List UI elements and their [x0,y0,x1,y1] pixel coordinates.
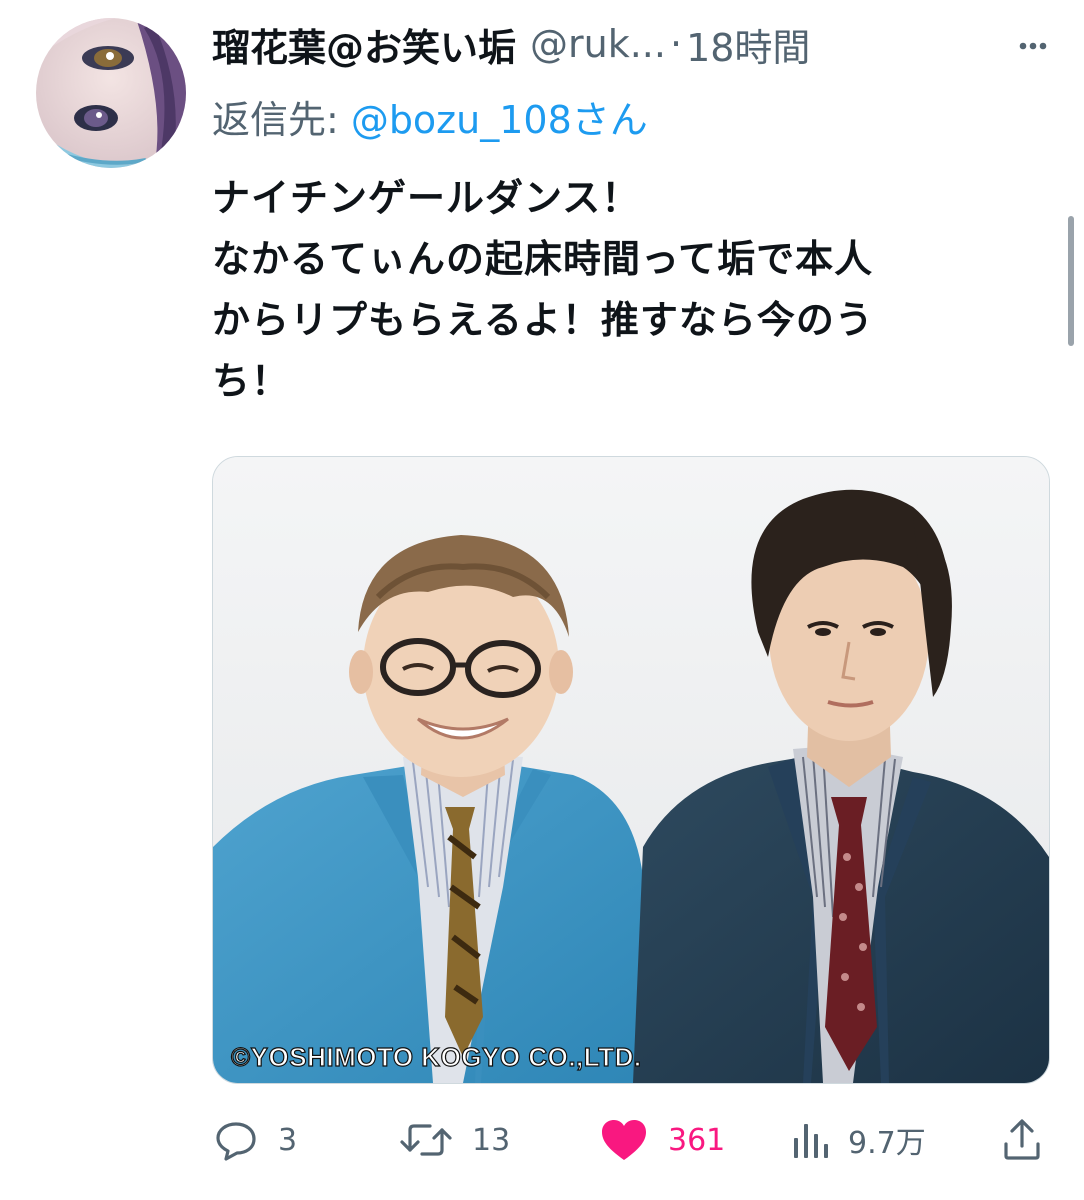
views-button[interactable]: 9.7万 [790,1112,926,1168]
timestamp[interactable]: 18時間 [686,17,810,72]
tweet-text-line: ち！ [212,359,291,403]
heart-filled-icon [602,1120,646,1160]
reply-prefix: 返信先: [212,97,339,142]
retweet-arrows-icon [400,1124,452,1156]
separator-dot: · [669,22,683,66]
reply-count: 3 [278,1122,298,1158]
reply-target-link[interactable]: @bozu_108さん [351,89,648,144]
more-dots-icon [1019,42,1047,50]
reply-button[interactable]: 3 [212,1112,297,1168]
avatar-image [36,18,186,168]
photo-credit: ©YOSHIMOTO KOGYO CO.,LTD. [230,1041,642,1072]
tweet-text-line: からリプもらえるよ！推すなら今のう [212,298,874,342]
tweet-photo[interactable]: ©YOSHIMOTO KOGYO CO.,LTD. [212,456,1050,1084]
tweet-card[interactable]: 瑠花葉@お笑い垢 @ruk... · 18時間 返信先: @bozu_108さん… [0,0,1084,1200]
bar-chart-icon [794,1124,828,1158]
retweet-button[interactable]: 13 [398,1112,510,1168]
tweet-text-line: なかるてぃんの起床時間って垢で本人 [212,237,874,281]
user-handle[interactable]: @ruk... [530,22,666,66]
tweet-text: ナイチンゲールダンス！ なかるてぃんの起床時間って垢で本人 からリプもらえるよ！… [212,168,1052,412]
retweet-count: 13 [472,1122,511,1158]
speech-bubble-icon [216,1122,256,1161]
photo-two-men-in-suits [213,457,1049,1083]
share-button[interactable] [1002,1112,1042,1168]
tweet-text-line: ナイチンゲールダンス！ [212,176,641,220]
share-upload-icon [1004,1119,1040,1160]
action-bar: 3 13 361 9.7万 [212,1112,1052,1168]
reply-context: 返信先: @bozu_108さん [212,88,648,144]
like-button[interactable]: 361 [598,1112,725,1168]
tweet-header: 瑠花葉@お笑い垢 @ruk... · 18時間 [212,16,1032,72]
like-count: 361 [668,1122,726,1158]
views-count: 9.7万 [848,1126,926,1161]
more-options-button[interactable] [1008,26,1058,66]
display-name[interactable]: 瑠花葉@お笑い垢 [212,17,516,72]
avatar[interactable] [36,18,186,168]
scrollbar[interactable] [1068,216,1074,346]
